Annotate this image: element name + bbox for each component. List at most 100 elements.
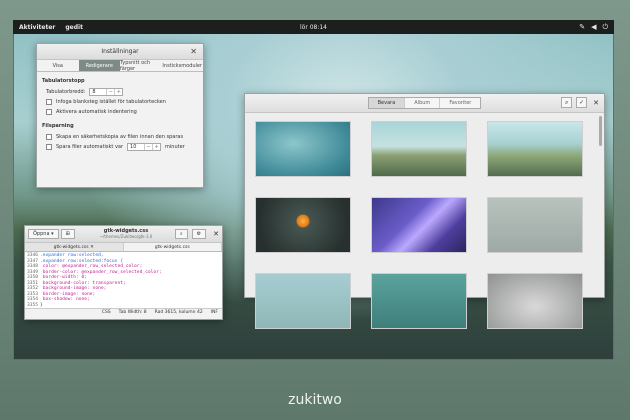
line-text: border-width: 0; [40,275,88,280]
line-text: border-color: @expander_row_selected_col… [40,269,162,275]
preferences-window: Inställningar ✕ Visa Redigerare Typsnitt… [36,43,204,188]
document-tab[interactable]: gtk-widgets.css ✕ [25,243,124,251]
status-bar: CSS Tab Width: 8 Rad 3615, kolumn 42 INF [25,308,222,316]
preferences-titlebar: Inställningar ✕ [37,44,203,60]
line-text: color: @expander_row_selected_color; [40,264,143,269]
gedit-actions: ⌕ ⚙ ✕ [174,229,219,239]
window-title: Inställningar [101,48,139,55]
gedit-headerbar: Öppna ▾ ⊞ gtk-widgets.css ~/themes/Zukit… [25,226,222,243]
search-icon: ⌕ [179,231,183,237]
backup-row[interactable]: Skapa en säkerhetskopia av filen innan d… [46,132,198,142]
auto-indent-checkbox[interactable] [46,109,52,115]
tab-width-label: Tabulatorbredd: [46,89,86,95]
power-icon[interactable]: ⏻ [602,23,608,32]
system-tray: ✎ ◀ ⏻ [579,23,608,32]
section-file-saving: Filsparning [42,123,74,129]
volume-icon[interactable]: ◀ [591,23,596,32]
insert-spaces-checkbox[interactable] [46,99,52,105]
line-number: 3355 [27,302,39,308]
wallpaper-thumbnail[interactable] [371,121,467,177]
minus-icon[interactable]: − [144,144,152,150]
menu-button[interactable]: ⚙ [191,229,207,239]
source-switcher: Bevara Album Favoriter [367,97,482,109]
document-tabs: gtk-widgets.css ✕ gtk-widgets.css [25,243,222,252]
line-text: } [40,302,43,308]
preferences-tabs: Visa Redigerare Typsnitt och färger Inst… [37,60,203,72]
wallpaper-thumbnail[interactable] [255,121,351,177]
tab-width-selector[interactable]: Tab Width: 8 [119,310,147,315]
wallpaper-thumbnail[interactable] [255,197,351,253]
top-bar: Aktiviteter gedit lör 08:14 ✎ ◀ ⏻ [13,20,614,34]
preferences-body: Tabulatorstopp Tabulatorbredd: 8 − + Inf… [37,72,203,156]
autosave-checkbox[interactable] [46,144,52,150]
theme-caption: zukitwo [288,392,342,408]
auto-indent-label: Aktivera automatisk indentering [56,109,137,115]
close-icon[interactable]: ✕ [213,230,219,238]
close-icon[interactable]: ✕ [90,245,94,250]
app-menu[interactable]: gedit [65,24,83,31]
code-editor[interactable]: 3346 .expander row:selected, 3347 .expander… [25,252,222,308]
clock[interactable]: lör 08:14 [13,24,614,31]
line-text: background-color: transparent; [40,280,126,286]
tab-view[interactable]: Visa [37,60,79,71]
autosave-row[interactable]: Spara filer automatiskt var 10 − + minut… [46,142,198,152]
wallpaper-thumbnail[interactable] [371,197,467,253]
line-text: background-image: none; [40,286,107,291]
wallpaper-grid [255,121,583,329]
new-document-icon: ⊞ [65,231,70,237]
wallpaper-thumbnail[interactable] [487,121,583,177]
wallpaper-thumbnail[interactable] [255,273,351,329]
document-path: ~/themes/Zukitwo/gtk-3.0 [99,234,153,239]
line-text: box-shadow: none; [40,297,90,302]
backgrounds-window: Bevara Album Favoriter ⌕ ✓ ✕ [244,93,605,329]
language-selector[interactable]: CSS [102,310,111,315]
scrollbar[interactable] [599,116,602,146]
minus-icon[interactable]: − [106,89,114,95]
autosave-spinner[interactable]: 10 − + [127,143,162,151]
segment-album[interactable]: Album [405,98,441,108]
insert-spaces-label: Infoga blanksteg istället för tabulatort… [56,99,166,105]
activities-button[interactable]: Aktiviteter [19,24,55,31]
pen-icon[interactable]: ✎ [579,23,585,32]
auto-indent-row[interactable]: Aktivera automatisk indentering [46,107,198,117]
autosave-value[interactable]: 10 [128,144,144,150]
open-label: Öppna [33,231,50,237]
cursor-position: Rad 3615, kolumn 42 [154,310,203,315]
autosave-unit: minuter [165,144,185,150]
plus-icon[interactable]: + [114,89,122,95]
wallpaper-thumbnail[interactable] [487,197,583,253]
wallpaper-thumbnail[interactable] [487,273,583,329]
insert-mode: INF [210,310,218,315]
insert-spaces-row[interactable]: Infoga blanksteg istället för tabulatort… [46,97,198,107]
tab-fonts-colors[interactable]: Typsnitt och färger [120,60,162,72]
tab-plugins[interactable]: Insticksmoduler [162,60,204,71]
search-icon[interactable]: ⌕ [561,97,573,108]
plus-icon[interactable]: + [152,144,160,150]
section-tab-stops: Tabulatorstopp [42,78,85,84]
backgrounds-headerbar: Bevara Album Favoriter ⌕ ✓ ✕ [245,94,604,113]
search-button[interactable]: ⌕ [174,229,188,239]
tab-width-spinner[interactable]: 8 − + [89,88,124,96]
document-tab-label: gtk-widgets.css [154,244,190,250]
gear-icon: ⚙ [196,231,202,237]
line-text: .expander row:selected, [40,253,104,258]
gedit-title: gtk-widgets.css ~/themes/Zukitwo/gtk-3.0 [85,228,167,240]
check-icon[interactable]: ✓ [576,97,588,108]
segment-favorites[interactable]: Favoriter [440,98,481,108]
backup-label: Skapa en säkerhetskopia av filen innan d… [56,134,184,140]
tab-editor[interactable]: Redigerare [78,60,120,71]
line-text: border-image: none; [40,291,96,297]
line-text: .expander row:selected:focus { [40,258,123,264]
tab-width-value[interactable]: 8 [90,89,106,95]
wallpaper-thumbnail[interactable] [371,273,467,329]
autosave-label: Spara filer automatiskt var [56,144,124,150]
document-tab[interactable]: gtk-widgets.css [124,243,222,251]
close-icon[interactable]: ✕ [190,47,197,56]
segment-bevara[interactable]: Bevara [368,98,406,108]
document-tab-label: gtk-widgets.css [53,244,89,250]
backgrounds-actions: ⌕ ✓ ✕ [561,97,599,108]
open-button[interactable]: Öppna ▾ [28,229,59,239]
close-icon[interactable]: ✕ [593,99,599,107]
new-tab-button[interactable]: ⊞ [60,229,75,239]
backup-checkbox[interactable] [46,134,52,140]
